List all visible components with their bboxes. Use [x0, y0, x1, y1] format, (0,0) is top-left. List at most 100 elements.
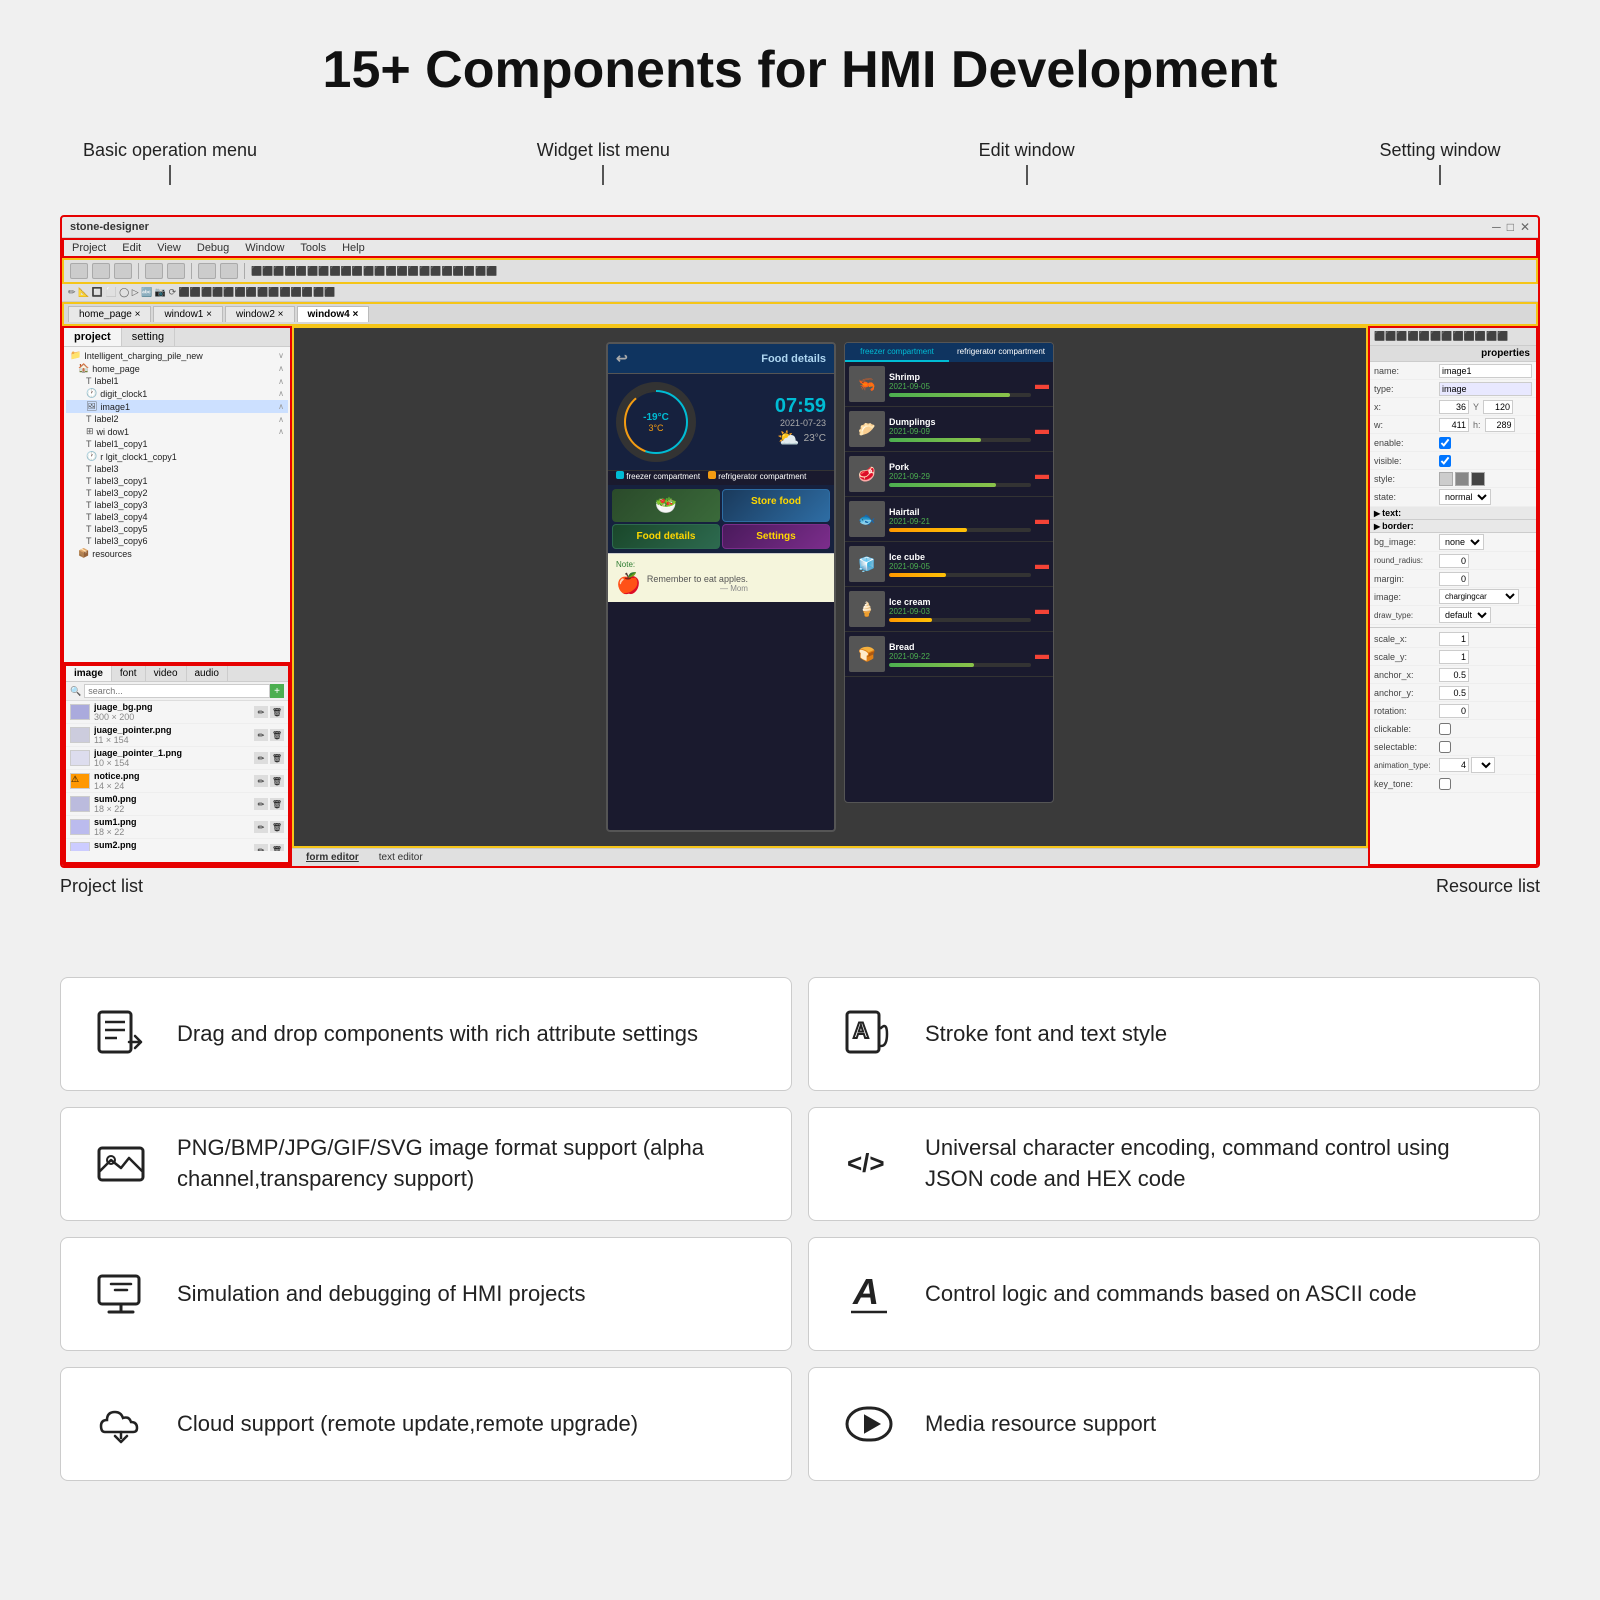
enable-checkbox[interactable]: [1439, 437, 1451, 449]
tb-redo[interactable]: [167, 263, 185, 279]
resource-edit-btn[interactable]: ✏: [254, 729, 268, 741]
tab-window2[interactable]: window2 ×: [225, 306, 295, 322]
resource-edit-btn[interactable]: ✏: [254, 706, 268, 718]
resource-tab-font[interactable]: font: [112, 666, 146, 681]
nav-food-details-btn[interactable]: Food details: [612, 524, 720, 549]
scale-x-input[interactable]: [1439, 632, 1469, 646]
food-delete-btn[interactable]: ▬: [1035, 646, 1049, 662]
color-swatch[interactable]: [1471, 472, 1485, 486]
anchor-x-input[interactable]: [1439, 668, 1469, 682]
resource-delete-btn[interactable]: 🗑: [270, 706, 284, 718]
back-icon[interactable]: ↩: [616, 350, 628, 367]
tb-save[interactable]: [114, 263, 132, 279]
draw-type-select[interactable]: default: [1439, 607, 1491, 623]
tb-new[interactable]: [70, 263, 88, 279]
project-item[interactable]: 🕐 r lgit_clock1_copy1: [66, 450, 288, 463]
project-item[interactable]: T label3_copy3: [66, 499, 288, 511]
project-item[interactable]: T label3_copy2: [66, 487, 288, 499]
name-input[interactable]: [1439, 364, 1532, 378]
tab-home-page[interactable]: home_page ×: [68, 306, 151, 322]
project-item[interactable]: T label3_copy4: [66, 511, 288, 523]
menu-project[interactable]: Project: [72, 242, 106, 254]
minimize-btn[interactable]: ─: [1492, 220, 1501, 234]
resource-add-button[interactable]: +: [270, 684, 284, 698]
food-delete-btn[interactable]: ▬: [1035, 376, 1049, 392]
key-tone-checkbox[interactable]: [1439, 778, 1451, 790]
project-item[interactable]: T label1_copy1: [66, 438, 288, 450]
animation-type-select[interactable]: [1471, 757, 1495, 773]
project-item[interactable]: T label3: [66, 463, 288, 475]
project-item[interactable]: 📦 resources: [66, 547, 288, 560]
nav-store-food-btn[interactable]: Store food: [722, 489, 830, 522]
resource-edit-btn[interactable]: ✏: [254, 844, 268, 851]
food-delete-btn[interactable]: ▬: [1035, 466, 1049, 482]
project-item[interactable]: T label2 ∧: [66, 413, 288, 425]
tb-undo[interactable]: [145, 263, 163, 279]
anchor-y-input[interactable]: [1439, 686, 1469, 700]
round-radius-input[interactable]: [1439, 554, 1469, 568]
resource-delete-btn[interactable]: 🗑: [270, 821, 284, 833]
tb-open[interactable]: [92, 263, 110, 279]
text-editor-tab[interactable]: text editor: [373, 851, 429, 864]
state-select[interactable]: normal: [1439, 489, 1491, 505]
resource-edit-btn[interactable]: ✏: [254, 775, 268, 787]
project-item[interactable]: T label3_copy1: [66, 475, 288, 487]
resource-edit-btn[interactable]: ✏: [254, 752, 268, 764]
tab-window4[interactable]: window4 ×: [297, 306, 370, 322]
margin-input[interactable]: [1439, 572, 1469, 586]
project-item[interactable]: T label3_copy5: [66, 523, 288, 535]
image-select[interactable]: chargingcar: [1439, 589, 1519, 604]
border-section[interactable]: ▶ border:: [1370, 520, 1536, 533]
x-input[interactable]: [1439, 400, 1469, 414]
menu-help[interactable]: Help: [342, 242, 365, 254]
color-swatch[interactable]: [1439, 472, 1453, 486]
resource-delete-btn[interactable]: 🗑: [270, 798, 284, 810]
food-delete-btn[interactable]: ▬: [1035, 421, 1049, 437]
selectable-checkbox[interactable]: [1439, 741, 1451, 753]
project-item[interactable]: T label3_copy6: [66, 535, 288, 547]
maximize-btn[interactable]: □: [1507, 220, 1514, 234]
menu-view[interactable]: View: [157, 242, 181, 254]
resource-edit-btn[interactable]: ✏: [254, 821, 268, 833]
bg-image-select[interactable]: none: [1439, 534, 1484, 550]
project-item[interactable]: 📁 Intelligent_charging_pile_new ∨: [66, 349, 288, 362]
menu-tools[interactable]: Tools: [300, 242, 326, 254]
y-input[interactable]: [1483, 400, 1513, 414]
tb-stop[interactable]: [220, 263, 238, 279]
tb-run[interactable]: [198, 263, 216, 279]
resource-delete-btn[interactable]: 🗑: [270, 752, 284, 764]
resource-edit-btn[interactable]: ✏: [254, 798, 268, 810]
project-item[interactable]: 🖼 image1 ∧: [66, 400, 288, 413]
w-input[interactable]: [1439, 418, 1469, 432]
food-delete-btn[interactable]: ▬: [1035, 556, 1049, 572]
refrigerator-tab[interactable]: refrigerator compartment: [949, 343, 1053, 362]
project-item[interactable]: T label1 ∧: [66, 375, 288, 387]
freezer-tab[interactable]: freezer compartment: [845, 343, 949, 362]
animation-type-input[interactable]: [1439, 758, 1469, 772]
tab-window1[interactable]: window1 ×: [153, 306, 223, 322]
resource-tab-audio[interactable]: audio: [187, 666, 228, 681]
scale-y-input[interactable]: [1439, 650, 1469, 664]
menu-window[interactable]: Window: [245, 242, 284, 254]
close-btn[interactable]: ✕: [1520, 220, 1530, 234]
clickable-checkbox[interactable]: [1439, 723, 1451, 735]
resource-search-input[interactable]: [84, 684, 270, 698]
project-tab[interactable]: project: [64, 328, 122, 346]
nav-settings-btn[interactable]: Settings: [722, 524, 830, 549]
food-delete-btn[interactable]: ▬: [1035, 601, 1049, 617]
form-editor-tab[interactable]: form editor: [300, 851, 365, 864]
resource-delete-btn[interactable]: 🗑: [270, 729, 284, 741]
project-item[interactable]: 🕐 digit_clock1 ∧: [66, 387, 288, 400]
project-item[interactable]: 🏠 home_page ∧: [66, 362, 288, 375]
project-item[interactable]: ⊞ wi dow1 ∧: [66, 425, 288, 438]
resource-tab-image[interactable]: image: [66, 666, 112, 681]
setting-tab[interactable]: setting: [122, 328, 175, 346]
resource-delete-btn[interactable]: 🗑: [270, 844, 284, 851]
resource-delete-btn[interactable]: 🗑: [270, 775, 284, 787]
resource-tab-video[interactable]: video: [146, 666, 187, 681]
color-swatch[interactable]: [1455, 472, 1469, 486]
menu-edit[interactable]: Edit: [122, 242, 141, 254]
h-input[interactable]: [1485, 418, 1515, 432]
food-delete-btn[interactable]: ▬: [1035, 511, 1049, 527]
menu-debug[interactable]: Debug: [197, 242, 229, 254]
